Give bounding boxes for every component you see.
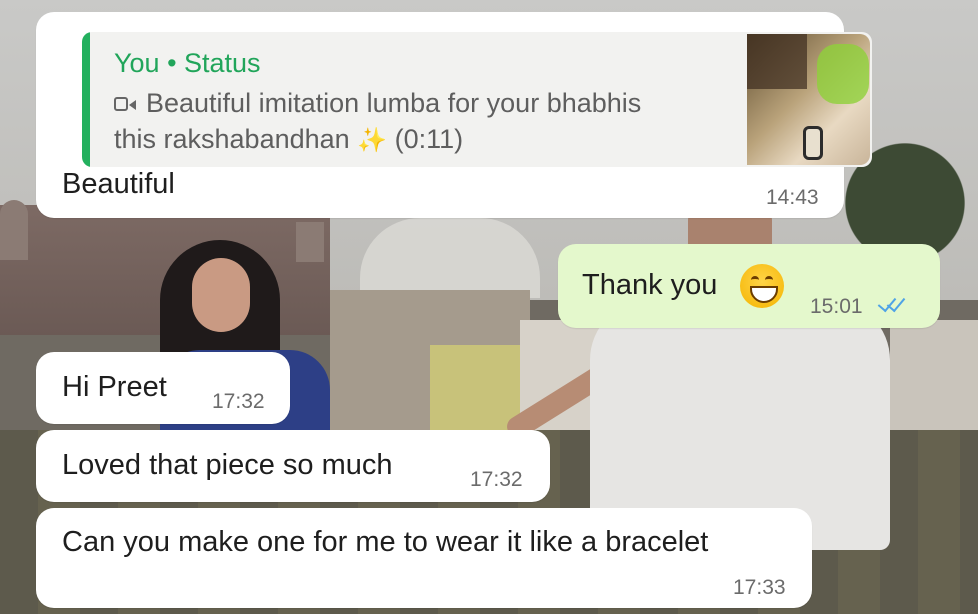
status-thumbnail-image[interactable] (747, 34, 870, 165)
message-text: Loved that piece so much (62, 449, 393, 481)
message-time: 17:33 (733, 576, 786, 599)
message-text: Can you make one for me to wear it like … (62, 526, 709, 558)
quoted-status-preview[interactable]: You • Status Beautiful imitation lumba f… (82, 32, 872, 167)
message-bubble-outgoing[interactable]: Thank you 15:01 (558, 244, 940, 328)
message-text: Thank you (582, 269, 718, 301)
message-time: 15:01 (810, 295, 863, 318)
quoted-status-caption-cont: this rakshabandhan (114, 124, 350, 154)
sparkles-icon: ✨ (357, 127, 388, 154)
message-bubble-incoming[interactable]: Can you make one for me to wear it like … (36, 508, 812, 608)
quoted-status-caption-line1: Beautiful imitation lumba for your bhabh… (114, 88, 641, 119)
message-time: 17:32 (212, 390, 265, 413)
message-bubble-incoming[interactable]: Loved that piece so much 17:32 (36, 430, 550, 502)
message-time: 17:32 (470, 468, 523, 491)
message-time: 14:43 (766, 186, 819, 209)
message-bubble-incoming[interactable]: Hi Preet 17:32 (36, 352, 290, 424)
quoted-status-duration: (0:11) (394, 124, 464, 154)
quoted-status-caption-line2: this rakshabandhan ✨ (0:11) (114, 124, 463, 155)
grinning-face-icon (740, 264, 784, 308)
quoted-status-author: You • Status (114, 48, 261, 78)
message-bubble-reply-to-status[interactable]: You • Status Beautiful imitation lumba f… (36, 12, 872, 218)
double-check-read-icon (877, 292, 908, 314)
quoted-status-caption: Beautiful imitation lumba for your bhabh… (146, 88, 642, 118)
message-text: Beautiful (62, 168, 175, 200)
message-text: Hi Preet (62, 371, 167, 403)
video-camera-icon (114, 96, 136, 113)
quote-accent-bar (82, 32, 90, 167)
